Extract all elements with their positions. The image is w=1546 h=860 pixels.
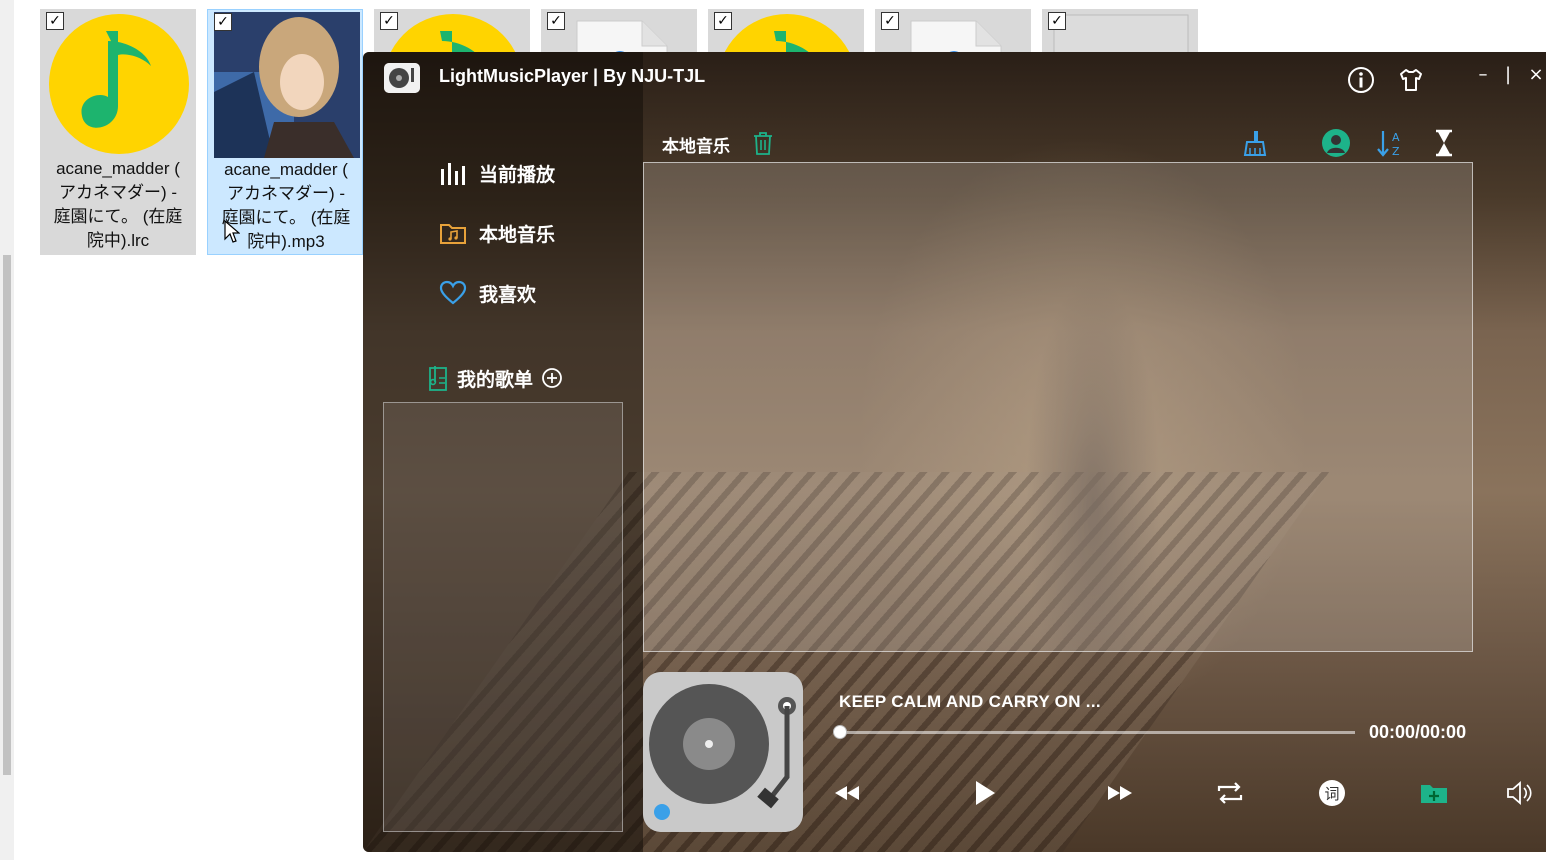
music-folder-icon — [440, 224, 466, 244]
trash-icon[interactable] — [751, 130, 775, 156]
checkbox[interactable]: ✓ — [1048, 12, 1066, 30]
time-display: 00:00/00:00 — [1369, 722, 1467, 742]
nav-favorites[interactable]: 我喜欢 — [439, 277, 536, 309]
section-title: 本地音乐 — [662, 137, 730, 157]
nav-label: 当前播放 — [479, 163, 556, 186]
sort-az-icon[interactable]: A Z — [1375, 128, 1405, 158]
close-button[interactable]: × — [1524, 64, 1546, 85]
playlist-title: 我的歌单 — [457, 368, 534, 391]
playlist-header: 我的歌单 — [427, 364, 563, 392]
file-name: acane_madder ( アカネマダー) - 庭園にて。 (在庭 院中).l… — [53, 159, 183, 250]
qq-music-icon — [49, 14, 189, 154]
nav-label: 我喜欢 — [479, 283, 537, 306]
nav-local-music[interactable]: 本地音乐 — [439, 217, 555, 249]
lyrics-icon[interactable]: 词 — [1315, 776, 1349, 810]
checkbox[interactable]: ✓ — [547, 12, 565, 30]
info-icon[interactable] — [1347, 66, 1375, 94]
svg-text:A: A — [1392, 131, 1400, 144]
next-track-icon[interactable] — [1103, 776, 1137, 810]
equalizer-bars-icon — [441, 163, 465, 185]
music-player-window: LightMusicPlayer | By NJU-TJL – | × 当前播放… — [363, 52, 1546, 852]
title-bar[interactable]: LightMusicPlayer | By NJU-TJL – | × — [363, 52, 1546, 106]
checkbox[interactable]: ✓ — [380, 12, 398, 30]
maximize-button[interactable]: | — [1496, 64, 1520, 85]
playlist-list[interactable] — [383, 402, 623, 832]
hourglass-icon[interactable] — [1429, 128, 1459, 158]
previous-track-icon[interactable] — [830, 776, 864, 810]
now-playing-title: KEEP CALM AND CARRY ON ... — [839, 692, 1101, 711]
progress-bar[interactable] — [839, 731, 1355, 734]
nav-label: 本地音乐 — [479, 223, 556, 246]
repeat-icon[interactable] — [1213, 776, 1247, 810]
app-logo-icon — [384, 63, 420, 93]
svg-text:Z: Z — [1392, 145, 1400, 158]
scrollbar-thumb[interactable] — [3, 255, 11, 775]
add-to-folder-icon[interactable] — [1417, 776, 1451, 810]
heart-icon — [439, 280, 467, 305]
lyrics-label: 词 — [1324, 785, 1339, 803]
minimize-button[interactable]: – — [1471, 64, 1495, 85]
skin-shirt-icon[interactable] — [1397, 66, 1425, 94]
app-title: LightMusicPlayer | By NJU-TJL — [439, 66, 706, 86]
song-list-area[interactable] — [643, 162, 1473, 652]
checkbox[interactable]: ✓ — [881, 12, 899, 30]
checkbox[interactable]: ✓ — [214, 13, 232, 31]
add-playlist-icon[interactable] — [541, 367, 563, 389]
nav-now-playing[interactable]: 当前播放 — [439, 157, 555, 189]
file-tile-mp3[interactable]: ✓ acane_madder ( アカネマダー) - 庭園にて。 (在庭 院中)… — [207, 9, 363, 255]
file-tile-lrc[interactable]: ✓ acane_madder ( アカネマダー) - 庭園にて。 (在庭 院中)… — [40, 9, 196, 255]
brush-clean-icon[interactable] — [1239, 128, 1269, 158]
play-icon[interactable] — [967, 776, 1001, 810]
album-art-thumbnail — [214, 12, 360, 158]
checkbox[interactable]: ✓ — [46, 12, 64, 30]
checkbox[interactable]: ✓ — [714, 12, 732, 30]
progress-handle[interactable] — [833, 725, 847, 739]
mouse-cursor-icon — [224, 220, 240, 243]
playlist-icon — [429, 366, 447, 391]
singer-avatar-icon[interactable] — [1321, 128, 1351, 158]
explorer-scrollbar[interactable] — [0, 0, 14, 860]
album-cover-turntable — [643, 672, 803, 832]
volume-icon[interactable] — [1503, 776, 1537, 810]
